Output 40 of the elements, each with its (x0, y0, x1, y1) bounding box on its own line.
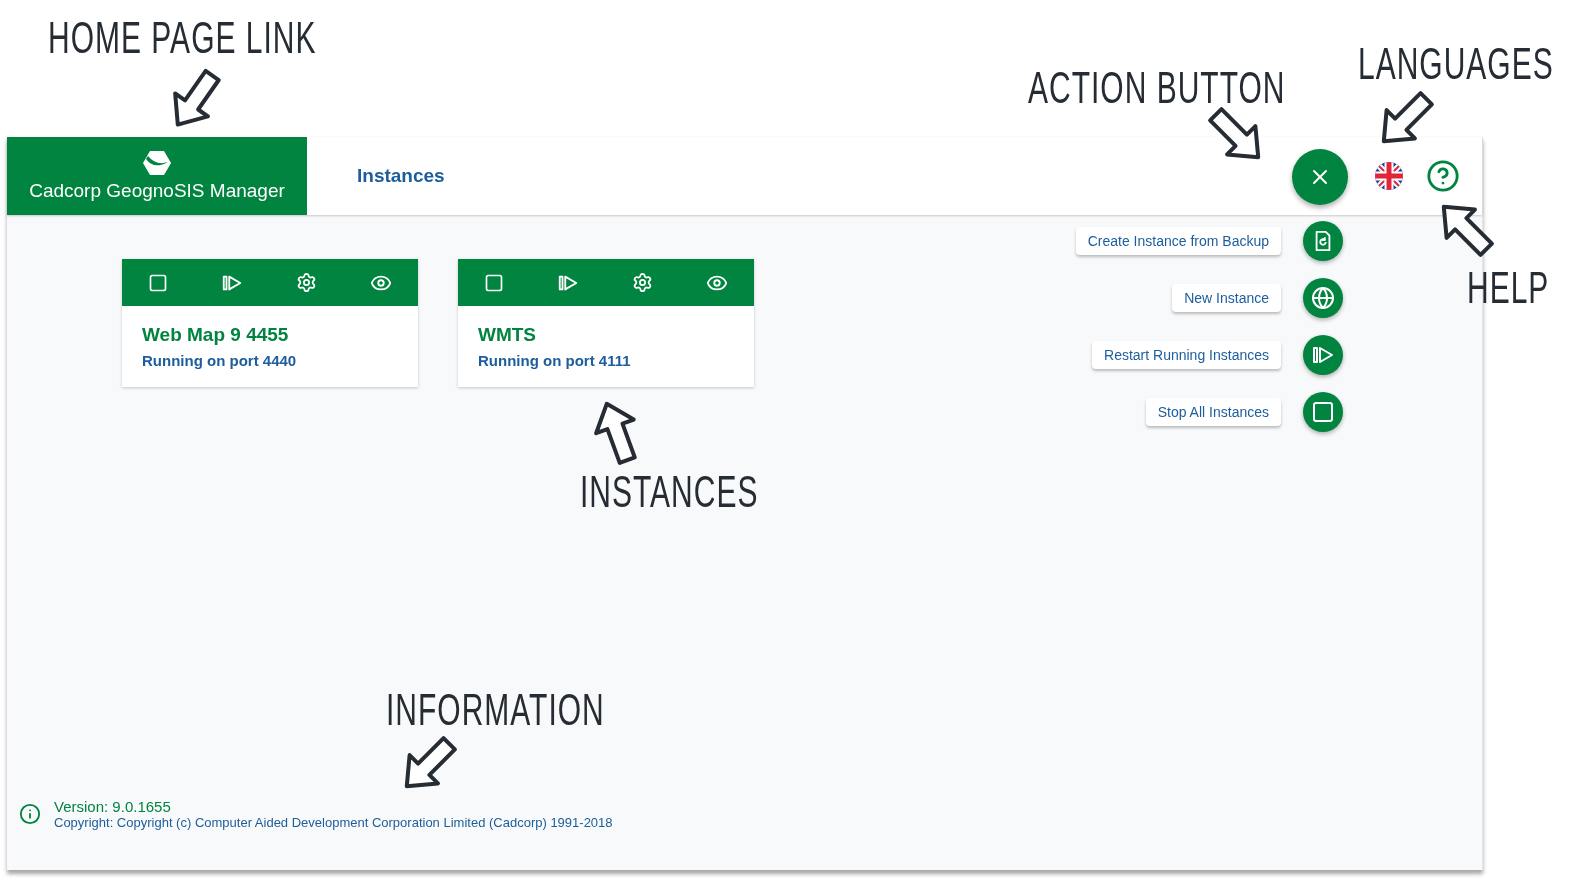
settings-icon (295, 272, 317, 293)
info-icon (19, 803, 41, 825)
help-icon[interactable] (1426, 159, 1460, 193)
action-item-button[interactable] (1303, 278, 1343, 318)
action-label[interactable]: Create Instance from Backup (1075, 227, 1281, 255)
action-item-button[interactable] (1303, 392, 1343, 432)
nav-link[interactable]: Instances (357, 165, 445, 187)
logo-icon (142, 150, 172, 176)
annotation-arrow (173, 68, 221, 127)
action-label[interactable]: Stop All Instances (1145, 398, 1281, 426)
instance-name: WMTS (478, 324, 538, 346)
action-label[interactable]: New Instance (1172, 284, 1281, 312)
annotation-label: HOME PAGE LINK (48, 14, 317, 64)
version-text: Version: 9.0.1655 (54, 798, 172, 815)
annotation-label: LANGUAGES (1358, 40, 1554, 90)
instance-name: Web Map 9 4455 (142, 324, 290, 346)
action-label[interactable]: Restart Running Instances (1092, 341, 1281, 369)
stop-icon (484, 272, 505, 293)
annotation-label: INFORMATION (386, 686, 605, 736)
settings-icon (631, 272, 653, 293)
stop-button[interactable] (484, 272, 505, 293)
home-link[interactable]: Cadcorp GeognoSIS Manager (7, 137, 307, 215)
instance-status: Running on port 4111 (478, 352, 632, 369)
annotation-label: ACTION BUTTON (1028, 64, 1286, 114)
action-button[interactable] (1292, 149, 1348, 205)
action-item-button[interactable] (1303, 335, 1343, 375)
annotation-arrow (594, 401, 637, 465)
settings-button[interactable] (631, 272, 653, 293)
uk-flag-icon[interactable] (1374, 161, 1404, 191)
stop-icon (148, 272, 169, 293)
globe-icon (1311, 286, 1335, 310)
annotation-arrow (404, 736, 457, 789)
annotation-label: INSTANCES (580, 468, 759, 518)
copyright-text: Copyright: Copyright (c) Computer Aided Development Corporation Limited (Cadcorp) 1991-2018 (54, 815, 613, 830)
annotation-label: HELP (1467, 264, 1550, 314)
stop-icon (1311, 400, 1335, 424)
settings-button[interactable] (295, 272, 317, 293)
instance-status: Running on port 4440 (142, 352, 298, 369)
action-item-button[interactable] (1303, 221, 1343, 261)
stop-button[interactable] (148, 272, 169, 293)
